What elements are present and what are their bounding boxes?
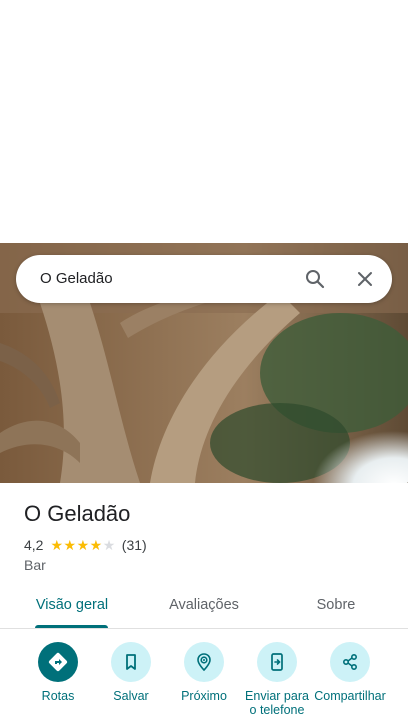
nearby-button[interactable]: Próximo [164, 642, 244, 703]
rating-row[interactable]: 4,2 ★ ★ ★ ★ ★ (31) [24, 536, 147, 554]
star-icon: ★ [89, 537, 103, 553]
share-button[interactable]: Compartilhar [310, 642, 390, 703]
close-icon[interactable] [353, 267, 377, 291]
send-to-phone-icon [257, 642, 297, 682]
tab-about[interactable]: Sobre [296, 596, 376, 614]
directions-label: Rotas [41, 689, 75, 703]
directions-icon [38, 642, 78, 682]
directions-button[interactable]: Rotas [18, 642, 98, 703]
share-label: Compartilhar [314, 689, 386, 703]
send-to-phone-button[interactable]: Enviar para o telefone [237, 642, 317, 717]
review-count[interactable]: (31) [122, 537, 147, 553]
active-tab-indicator [35, 625, 108, 628]
place-tabs: Visão geral Avaliações Sobre [0, 584, 408, 629]
bookmark-icon [111, 642, 151, 682]
nearby-label: Próximo [181, 689, 227, 703]
search-icon[interactable] [303, 267, 327, 291]
save-button[interactable]: Salvar [91, 642, 171, 703]
star-icon: ★ [76, 537, 90, 553]
search-bar[interactable]: O Geladão [16, 255, 392, 303]
nearby-icon [184, 642, 224, 682]
place-title: O Geladão [24, 501, 131, 526]
save-label: Salvar [113, 689, 149, 703]
star-icon: ★ [63, 537, 77, 553]
star-icon: ★ [102, 537, 116, 553]
send-to-phone-label: Enviar para o telefone [245, 689, 309, 717]
tab-reviews[interactable]: Avaliações [154, 596, 254, 614]
place-category[interactable]: Bar [24, 556, 46, 574]
map-blank-area [0, 0, 408, 243]
rating-stars: ★ ★ ★ ★ ★ [50, 538, 115, 552]
tab-overview[interactable]: Visão geral [24, 596, 120, 614]
rating-value: 4,2 [24, 537, 44, 553]
star-icon: ★ [50, 537, 64, 553]
share-icon [330, 642, 370, 682]
search-input[interactable]: O Geladão [40, 269, 113, 289]
